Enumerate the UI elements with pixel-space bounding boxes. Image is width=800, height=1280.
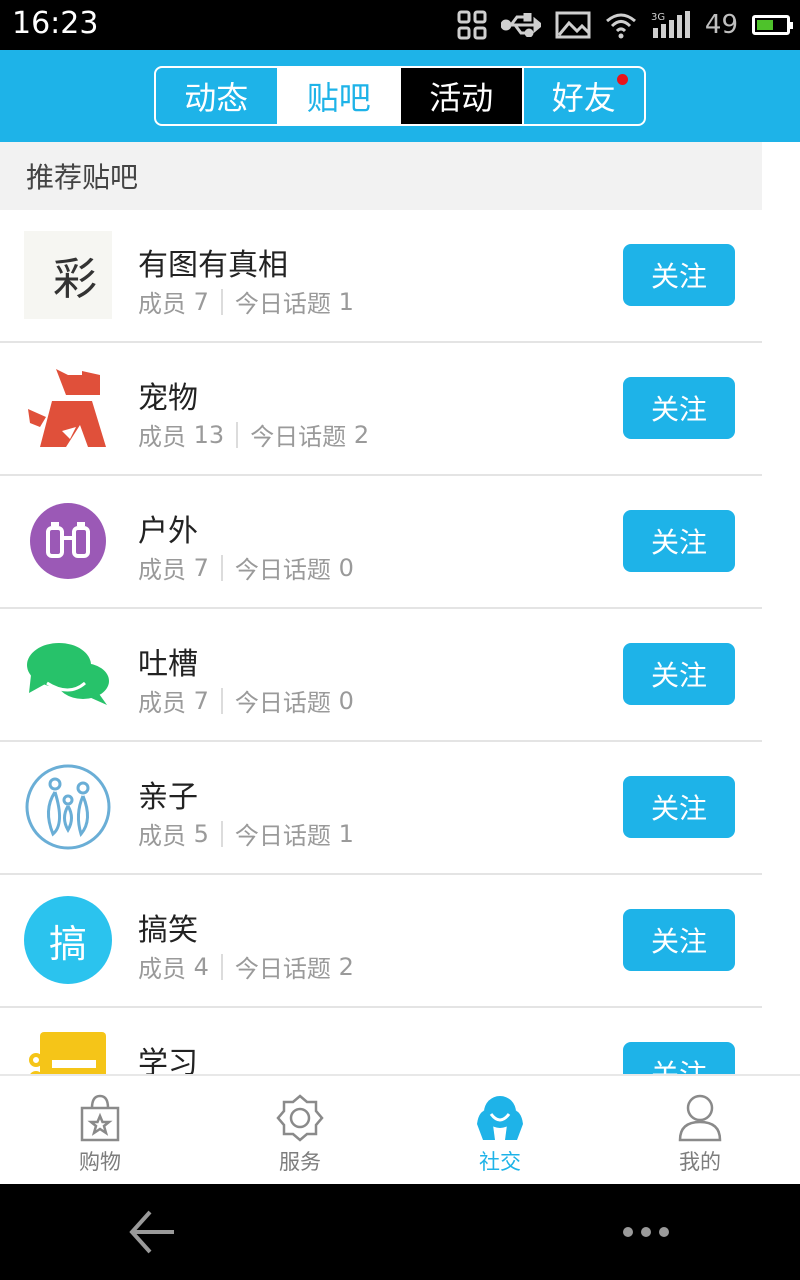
group-name: 亲子 [138, 780, 198, 815]
signal-icon: 3G [651, 10, 691, 40]
group-name: 宠物 [138, 381, 198, 416]
status-icons: 3G 49 [457, 6, 793, 44]
photo-logo-text: 彩 [53, 254, 97, 305]
system-nav-bar [0, 1184, 800, 1280]
profile-icon [678, 1094, 722, 1142]
list-item[interactable]: 吐槽 成员 7 今日话题 0 关注 [0, 609, 762, 742]
section-title: 推荐贴吧 [0, 142, 762, 210]
group-name: 户外 [138, 514, 198, 549]
bottom-nav: 购物 服务 社交 我的 [0, 1074, 800, 1184]
tab-group: 动态 贴吧 活动 好友 [154, 66, 646, 126]
image-icon [555, 11, 591, 39]
group-stats: 成员 7 今日话题 0 [138, 686, 354, 718]
list-item[interactable]: 亲子 成员 5 今日话题 1 关注 [0, 742, 762, 875]
family-icon [24, 763, 112, 851]
follow-button[interactable]: 关注 [623, 510, 735, 572]
wifi-icon [605, 11, 637, 39]
nav-label: 社交 [479, 1150, 521, 1174]
dog-icon [24, 364, 112, 452]
group-stats: 成员 4 今日话题 2 [138, 952, 354, 984]
back-arrow-icon[interactable] [126, 1206, 178, 1258]
group-name: 有图有真相 [138, 248, 288, 283]
list-item[interactable]: 宠物 成员 13 今日话题 2 关注 [0, 343, 762, 476]
follow-button[interactable]: 关注 [623, 244, 735, 306]
nav-social[interactable]: 社交 [400, 1076, 600, 1184]
notification-dot [617, 74, 628, 85]
tab-activities[interactable]: 活动 [399, 68, 522, 124]
group-name: 学习 [138, 1046, 198, 1074]
funny-icon: 搞 [24, 896, 112, 984]
group-stats: 成员 7 今日话题 0 [138, 553, 354, 585]
nav-label: 我的 [679, 1150, 721, 1174]
group-stats: 成员 5 今日话题 1 [138, 819, 354, 851]
notebook-icon [24, 1029, 112, 1074]
nav-label: 购物 [79, 1150, 121, 1174]
group-name: 搞笑 [138, 913, 198, 948]
nav-profile[interactable]: 我的 [600, 1076, 800, 1184]
list-item[interactable]: 学习 关注 [0, 1008, 762, 1074]
group-name: 吐槽 [138, 647, 198, 682]
status-bar: 16:23 3G 49 [0, 0, 800, 50]
follow-button[interactable]: 关注 [623, 909, 735, 971]
list-item[interactable]: 户外 成员 7 今日话题 0 关注 [0, 476, 762, 609]
battery-icon [752, 15, 793, 35]
chat-bubbles-icon [24, 630, 112, 718]
group-list[interactable]: 彩 有图有真相 成员 7 今日话题 1 关注 宠物 成员 13 今日话题 2 关注 … [0, 210, 762, 1074]
more-dots-icon[interactable] [620, 1222, 672, 1242]
status-time: 16:23 [12, 6, 99, 41]
funny-icon-text: 搞 [48, 921, 87, 966]
shopping-bag-icon [80, 1094, 120, 1142]
nav-service[interactable]: 服务 [200, 1076, 400, 1184]
nav-shopping[interactable]: 购物 [0, 1076, 200, 1184]
social-icon [477, 1096, 523, 1140]
network-type: 3G [651, 12, 665, 23]
photo-logo-icon: 彩 [24, 231, 112, 319]
follow-button[interactable]: 关注 [623, 377, 735, 439]
group-stats: 成员 7 今日话题 1 [138, 287, 354, 319]
tab-tieba[interactable]: 贴吧 [276, 68, 399, 124]
nav-label: 服务 [279, 1150, 321, 1174]
tab-friends[interactable]: 好友 [521, 68, 645, 124]
follow-button[interactable]: 关注 [623, 643, 735, 705]
tab-dynamics[interactable]: 动态 [156, 68, 277, 124]
binoculars-icon [24, 497, 112, 585]
list-item[interactable]: 彩 有图有真相 成员 7 今日话题 1 关注 [0, 210, 762, 343]
usb-icon [500, 13, 541, 37]
service-gear-icon [276, 1094, 324, 1142]
top-bar: 动态 贴吧 活动 好友 [0, 50, 800, 142]
battery-level: 49 [704, 10, 738, 40]
follow-button[interactable]: 关注 [623, 776, 735, 838]
qr-icon [457, 10, 487, 40]
list-item[interactable]: 搞 搞笑 成员 4 今日话题 2 关注 [0, 875, 762, 1008]
follow-button[interactable]: 关注 [623, 1042, 735, 1074]
group-stats: 成员 13 今日话题 2 [138, 420, 370, 452]
